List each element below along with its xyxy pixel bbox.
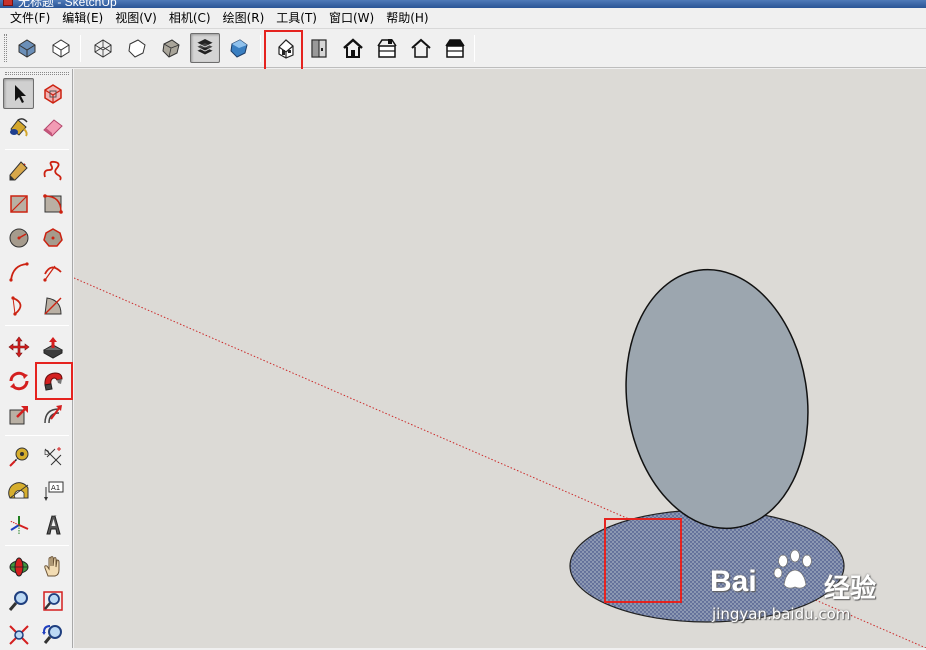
toolbar-grip[interactable] xyxy=(4,34,7,62)
menu-file[interactable]: 文件(F) xyxy=(4,8,56,28)
view-front-house-icon[interactable] xyxy=(338,33,368,63)
3d-text-icon[interactable] xyxy=(37,509,68,540)
offset-icon[interactable] xyxy=(37,399,68,430)
view-right-house-icon[interactable] xyxy=(372,33,402,63)
views-iso-icon[interactable] xyxy=(46,33,76,63)
pencil-line-icon[interactable] xyxy=(3,154,34,185)
rotate-icon[interactable] xyxy=(3,365,34,396)
view-back-house-icon[interactable] xyxy=(406,33,436,63)
pie-icon[interactable] xyxy=(37,290,68,321)
title-bar: 无标题 - SketchUp xyxy=(0,0,926,8)
arc-icon[interactable] xyxy=(3,256,34,287)
style-xray-icon[interactable] xyxy=(88,33,118,63)
style-shaded-icon[interactable] xyxy=(190,33,220,63)
rotated-rectangle-icon[interactable] xyxy=(37,188,68,219)
style-wireframe-icon[interactable] xyxy=(122,33,152,63)
svg-text:D: D xyxy=(44,449,49,457)
circle-icon[interactable] xyxy=(3,222,34,253)
style-shaded-textures-icon[interactable] xyxy=(224,33,254,63)
toolbar-separator xyxy=(80,35,81,62)
follow-me-icon[interactable] xyxy=(37,365,68,396)
toolbar-separator xyxy=(5,149,69,150)
sketchup-app-icon xyxy=(3,0,13,6)
rectangle-icon[interactable] xyxy=(3,188,34,219)
view-left-house-icon[interactable] xyxy=(440,33,470,63)
top-toolbar xyxy=(0,29,926,68)
toolbar-separator xyxy=(5,435,69,436)
menu-bar: 文件(F) 编辑(E) 视图(V) 相机(C) 绘图(R) 工具(T) 窗口(W… xyxy=(0,8,926,29)
push-pull-icon[interactable] xyxy=(37,331,68,362)
tape-measure-icon[interactable] xyxy=(3,441,34,472)
two-point-arc-icon[interactable] xyxy=(37,256,68,287)
dimension-icon[interactable]: D xyxy=(37,441,68,472)
toolbar-separator xyxy=(5,545,69,546)
text-icon[interactable]: A1 xyxy=(37,475,68,506)
left-toolbar: D A1 xyxy=(0,69,73,648)
polygon-icon[interactable] xyxy=(37,222,68,253)
views-top-icon[interactable] xyxy=(12,33,42,63)
text-tool-label: A1 xyxy=(51,484,60,492)
model-canvas xyxy=(74,258,926,648)
eraser-icon[interactable] xyxy=(37,111,68,142)
menu-window[interactable]: 窗口(W) xyxy=(323,8,380,28)
axes-icon[interactable] xyxy=(3,509,34,540)
pan-icon[interactable] xyxy=(37,551,68,582)
view-iso-house-icon[interactable] xyxy=(270,33,300,63)
zoom-extents-icon[interactable] xyxy=(3,619,34,650)
protractor-icon[interactable] xyxy=(3,475,34,506)
previous-view-icon[interactable] xyxy=(37,619,68,650)
paint-bucket-icon[interactable] xyxy=(3,111,34,142)
zoom-icon[interactable] xyxy=(3,585,34,616)
menu-edit[interactable]: 编辑(E) xyxy=(56,8,109,28)
window-title: 无标题 - SketchUp xyxy=(18,0,117,8)
selected-circle-face[interactable] xyxy=(569,509,845,623)
freehand-icon[interactable] xyxy=(37,154,68,185)
three-point-arc-icon[interactable] xyxy=(3,290,34,321)
make-component-icon[interactable] xyxy=(37,78,68,109)
zoom-window-icon[interactable] xyxy=(37,585,68,616)
menu-tools[interactable]: 工具(T) xyxy=(270,8,323,28)
toolbar-grip[interactable] xyxy=(5,72,69,75)
scale-icon[interactable] xyxy=(3,399,34,430)
menu-view[interactable]: 视图(V) xyxy=(109,8,163,28)
style-hidden-line-icon[interactable] xyxy=(156,33,186,63)
view-top-house-icon[interactable] xyxy=(304,33,334,63)
move-icon[interactable] xyxy=(3,331,34,362)
toolbar-separator xyxy=(474,35,475,62)
menu-draw[interactable]: 绘图(R) xyxy=(217,8,271,28)
orbit-icon[interactable] xyxy=(3,551,34,582)
toolbar-separator xyxy=(5,325,69,326)
menu-help[interactable]: 帮助(H) xyxy=(380,8,434,28)
toolbar-separator xyxy=(260,35,261,62)
upright-ellipse-face[interactable] xyxy=(610,258,824,541)
drawing-viewport[interactable] xyxy=(74,69,926,648)
select-icon[interactable] xyxy=(3,78,34,109)
menu-camera[interactable]: 相机(C) xyxy=(163,8,217,28)
